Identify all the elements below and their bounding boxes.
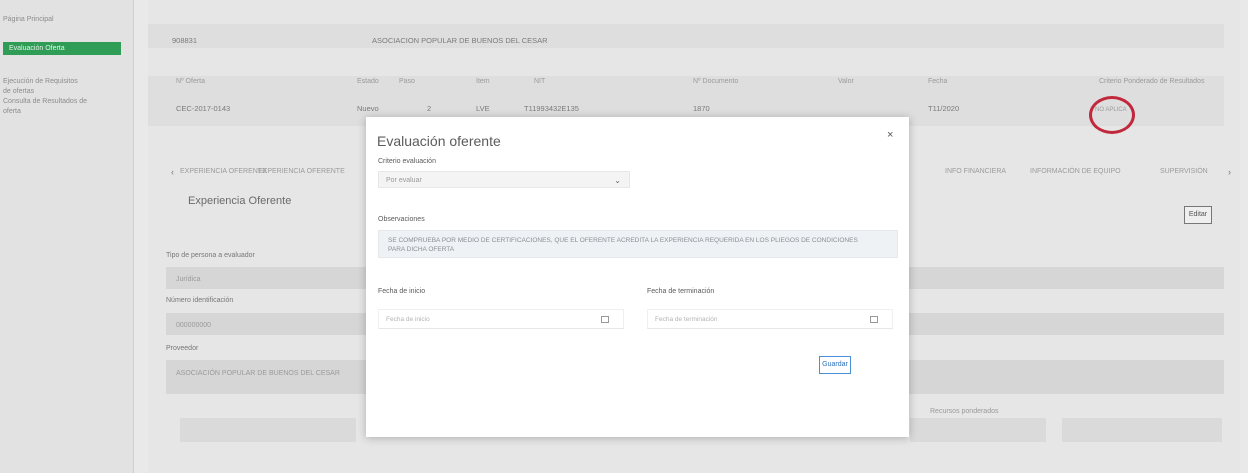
field1-value: Jurídica <box>176 276 201 283</box>
sidebar: Página Principal Evaluación Oferta Ejecu… <box>0 0 134 473</box>
sidebar-item-ejecucion-2[interactable]: de ofertas <box>3 88 34 95</box>
h-label-7: Fecha <box>928 78 948 85</box>
obs-text-2: PARA DICHA OFERTA <box>388 246 455 253</box>
sidebar-item-consulta-2[interactable]: oferta <box>3 108 21 115</box>
modal-title: Evaluación oferente <box>377 133 501 149</box>
h-value-4: T11993432E135 <box>524 104 579 113</box>
end-date-label: Fecha de terminación <box>647 288 715 295</box>
close-icon[interactable]: × <box>887 129 893 141</box>
criteria-select[interactable]: Por evaluar ⌄ <box>378 171 630 188</box>
start-date-placeholder: Fecha de inicio <box>386 316 430 323</box>
start-date-input[interactable]: Fecha de inicio <box>378 309 624 329</box>
end-date-placeholder: Fecha de terminación <box>655 316 718 323</box>
end-date-input[interactable]: Fecha de terminación <box>647 309 893 329</box>
bottom-box-2 <box>910 418 1046 442</box>
criterio-value: NO APLICA <box>1095 107 1127 113</box>
sidebar-item-ejecucion[interactable]: Ejecución de Requisitos <box>3 78 78 85</box>
calendar-icon[interactable] <box>870 316 878 323</box>
sidebar-item-home[interactable]: Página Principal <box>3 16 54 23</box>
h-value-3: LVE <box>476 104 490 113</box>
highlight-circle <box>1089 96 1135 134</box>
tab-0[interactable]: EXPERIENCIA OFERENTE <box>180 168 267 175</box>
bottom-box-1 <box>180 418 356 442</box>
tabs-prev-icon[interactable]: ‹ <box>171 167 174 177</box>
h-value-0: CEC-2017-0143 <box>176 104 231 113</box>
tab-2[interactable]: INFO FINANCIERA <box>945 168 1006 175</box>
observaciones-field[interactable]: SE COMPRUEBA POR MEDIO DE CERTIFICACIONE… <box>378 230 898 258</box>
header-row-1 <box>148 24 1224 48</box>
tab-1[interactable]: EXPERIENCIA OFERENTE <box>258 168 345 175</box>
criteria-value: Por evaluar <box>386 177 422 184</box>
h-label-2: Paso <box>399 78 415 85</box>
save-button[interactable]: Guardar <box>819 356 851 374</box>
h-label-5: Nº Documento <box>693 78 739 85</box>
h-label-4: NIT <box>534 78 546 85</box>
obs-text: SE COMPRUEBA POR MEDIO DE CERTIFICACIONE… <box>388 237 858 244</box>
calendar-icon[interactable] <box>601 316 609 323</box>
evaluacion-modal: Evaluación oferente × Criterio evaluació… <box>366 117 909 437</box>
obs-label: Observaciones <box>378 216 425 223</box>
h-value-7: T11/2020 <box>928 104 960 113</box>
h-value-1: Nuevo <box>357 104 379 113</box>
chevron-down-icon: ⌄ <box>614 176 621 185</box>
criteria-label: Criterio evaluación <box>378 158 436 165</box>
field2-value: 000000000 <box>176 322 212 329</box>
h-value-5: 1870 <box>693 104 710 113</box>
section-title: Experiencia Oferente <box>188 195 292 207</box>
header-name: ASOCIACION POPULAR DE BUENOS DEL CESAR <box>372 36 548 45</box>
criterio-label: Criterio Ponderado de Resultados <box>1099 78 1205 85</box>
tab-3[interactable]: INFORMACIÓN DE EQUIPO <box>1030 168 1121 175</box>
h-label-1: Estado <box>357 78 379 85</box>
h-label-6: Valor <box>838 78 854 85</box>
h-label-3: Item <box>476 78 490 85</box>
field2-label: Número identificación <box>166 297 234 304</box>
footer-label: Recursos ponderados <box>930 408 999 415</box>
start-date-label: Fecha de inicio <box>378 288 426 295</box>
edit-button[interactable]: Editar <box>1184 206 1212 224</box>
field3-value: ASOCIACIÓN POPULAR DE BUENOS DEL CESAR <box>176 370 340 377</box>
sidebar-item-evaluacion[interactable]: Evaluación Oferta <box>3 42 121 55</box>
header-code: 908831 <box>172 36 198 45</box>
sidebar-item-consulta[interactable]: Consulta de Resultados de <box>3 98 87 105</box>
tabs-next-icon[interactable]: › <box>1228 167 1231 177</box>
field3-label: Proveedor <box>166 345 199 352</box>
h-label-0: Nº Oferta <box>176 78 206 85</box>
tab-4[interactable]: SUPERVISIÓN <box>1160 168 1208 175</box>
field1-label: Tipo de persona a evaluador <box>166 252 255 259</box>
h-value-2: 2 <box>427 104 432 113</box>
bottom-box-3 <box>1062 418 1222 442</box>
